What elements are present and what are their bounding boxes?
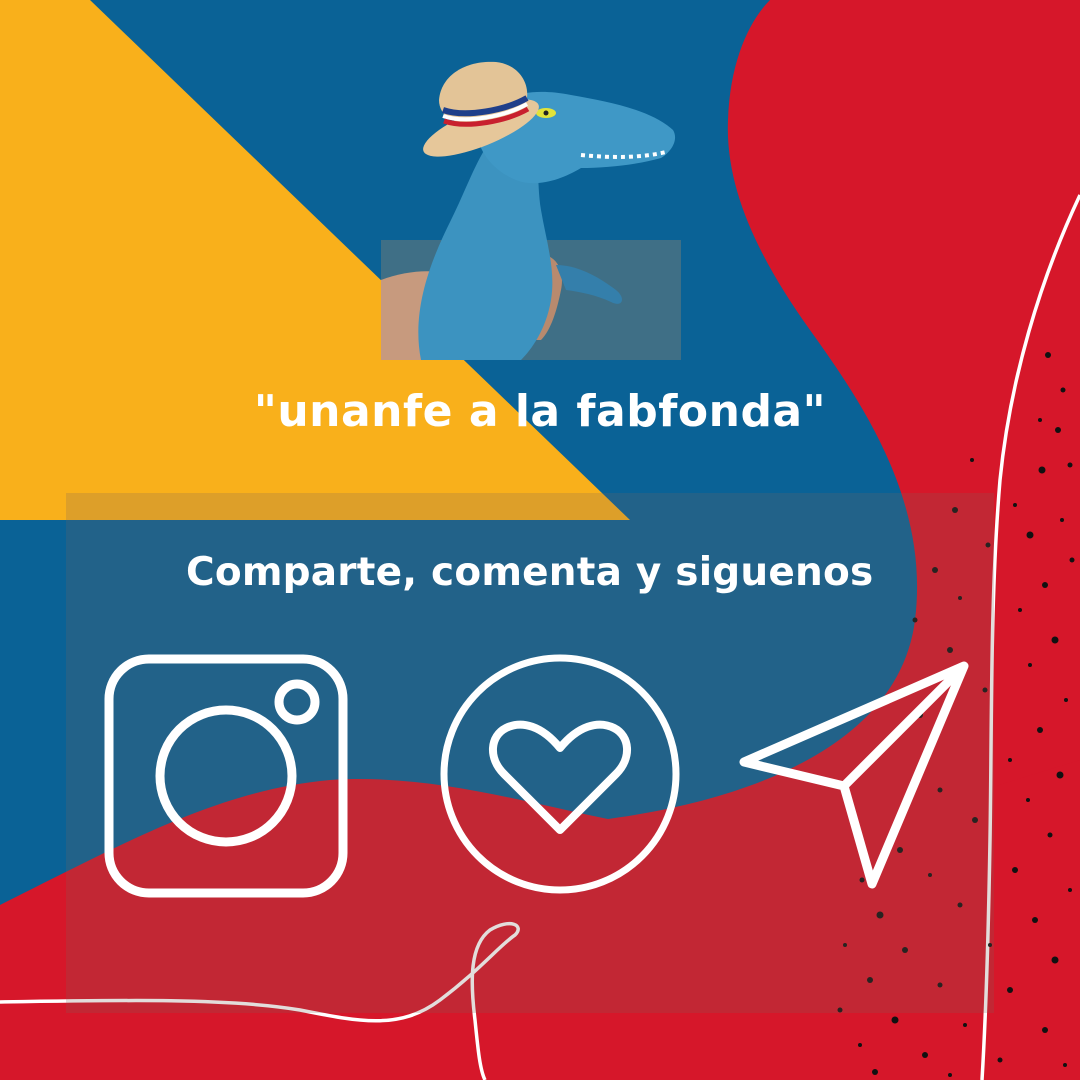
quote-title: "unanfe a la fabfonda" xyxy=(253,386,827,437)
dinosaur-photo xyxy=(381,40,681,360)
instagram-icon[interactable] xyxy=(104,654,348,898)
send-icon[interactable] xyxy=(736,658,972,894)
heart-icon[interactable] xyxy=(438,652,682,896)
call-to-action: Comparte, comenta y siguenos xyxy=(186,550,874,595)
